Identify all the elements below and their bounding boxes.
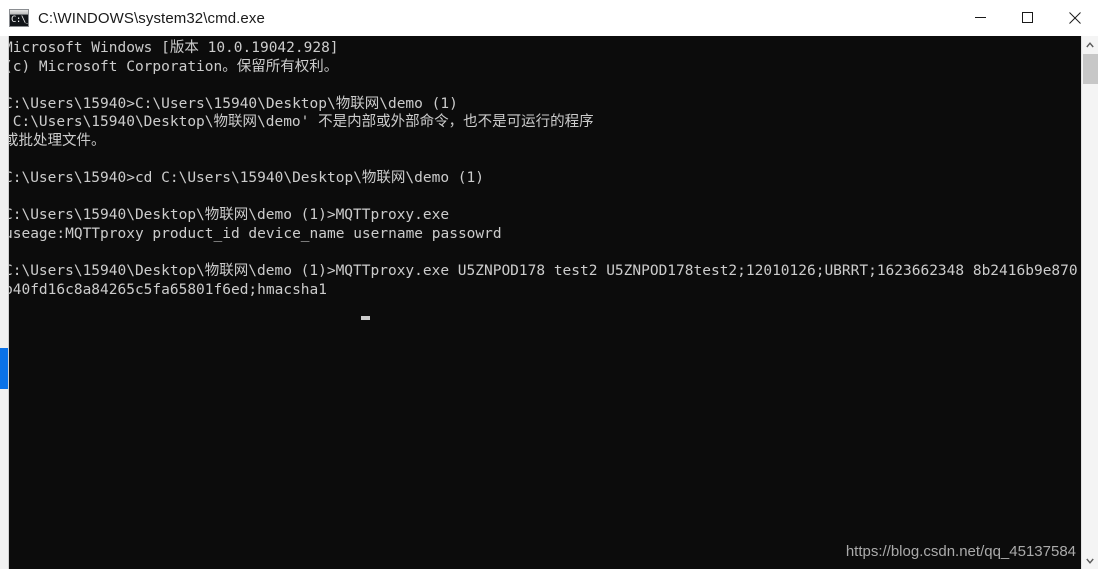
left-scrollbar[interactable] — [0, 36, 9, 569]
icon-prompt-glyph: C:\_ — [11, 15, 29, 25]
console-output-area[interactable]: Microsoft Windows [版本 10.0.19042.928] (c… — [0, 36, 1098, 569]
scroll-up-button[interactable] — [1082, 36, 1098, 53]
minimize-button[interactable] — [957, 0, 1004, 35]
vertical-scrollbar[interactable] — [1081, 36, 1098, 569]
cmd-window: C:\_ C:\WINDOWS\system32\cmd.exe Microso… — [0, 0, 1098, 569]
minimize-icon — [975, 17, 986, 18]
text-cursor — [361, 316, 370, 320]
window-title: C:\WINDOWS\system32\cmd.exe — [38, 9, 265, 27]
window-controls — [957, 0, 1098, 35]
scroll-down-button[interactable] — [1082, 552, 1098, 569]
vertical-scrollbar-thumb[interactable] — [1083, 54, 1098, 84]
chevron-up-icon — [1086, 41, 1094, 47]
left-scrollbar-thumb[interactable] — [0, 348, 8, 389]
maximize-button[interactable] — [1004, 0, 1051, 35]
chevron-down-icon — [1086, 558, 1094, 564]
maximize-icon — [1022, 12, 1033, 23]
close-button[interactable] — [1051, 0, 1098, 35]
cmd-console-icon: C:\_ — [9, 9, 29, 27]
close-icon — [1068, 11, 1081, 24]
watermark-url: https://blog.csdn.net/qq_45137584 — [845, 543, 1076, 560]
console-text: Microsoft Windows [版本 10.0.19042.928] (c… — [4, 40, 1078, 298]
title-bar[interactable]: C:\_ C:\WINDOWS\system32\cmd.exe — [0, 0, 1098, 37]
